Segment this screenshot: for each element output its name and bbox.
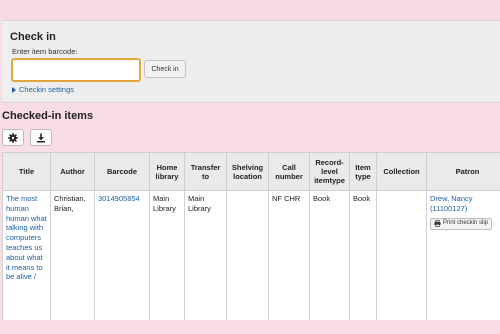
table-settings-button[interactable]: [2, 129, 24, 146]
barcode-label: Enter item barcode:: [12, 47, 78, 56]
column-header-patron[interactable]: Patron: [426, 152, 500, 191]
home-library-cell: Main Library: [149, 190, 185, 320]
column-header-transfer-to[interactable]: Transfer to: [184, 152, 227, 191]
shelving-location-cell: [226, 190, 269, 320]
checkin-button[interactable]: Check in: [144, 60, 186, 78]
record-itemtype-cell: Book: [309, 190, 350, 320]
checked-in-items-title: Checked-in items: [2, 110, 94, 122]
gear-icon: [8, 132, 18, 143]
print-checkin-slip-button[interactable]: Print checkin slip: [430, 217, 493, 230]
column-header-barcode[interactable]: Barcode: [94, 152, 150, 191]
checkin-settings-label: Checkin settings: [19, 85, 75, 94]
print-slip-label: Print checkin slip: [443, 219, 489, 226]
column-header-author[interactable]: Author: [50, 152, 95, 191]
column-header-collection[interactable]: Collection: [376, 152, 427, 191]
caret-right-icon: [12, 86, 16, 93]
item-type-cell: Book: [349, 190, 377, 320]
call-number-cell: NF CHR: [268, 190, 310, 320]
checked-in-table-container: Title Author Barcode Home library Transf…: [2, 152, 500, 320]
column-header-record-itemtype[interactable]: Record-level itemtype: [309, 152, 350, 191]
page-top-strip: [0, 0, 500, 20]
printer-icon: [434, 220, 441, 228]
checkin-panel: Check in Enter item barcode: Check in Ch…: [2, 20, 500, 103]
title-link[interactable]: The most human human what talking with c…: [2, 190, 51, 320]
checkin-title: Check in: [10, 31, 56, 43]
barcode-link[interactable]: 3014905854: [94, 190, 150, 320]
author-cell: Christian, Brian,: [50, 190, 95, 320]
column-header-item-type[interactable]: Item type: [349, 152, 377, 191]
column-header-shelving-location[interactable]: Shelving location: [226, 152, 269, 191]
download-icon: [37, 133, 45, 142]
checked-in-table: Title Author Barcode Home library Transf…: [2, 152, 500, 320]
checkin-settings-link[interactable]: Checkin settings: [12, 85, 74, 94]
transfer-to-cell: Main Library: [184, 190, 227, 320]
patron-name-link[interactable]: Drew, Nancy: [430, 194, 500, 204]
column-header-title[interactable]: Title: [2, 152, 51, 191]
table-row: The most human human what talking with c…: [2, 190, 500, 320]
page-bottom-strip: [0, 320, 500, 334]
collection-cell: [376, 190, 427, 320]
column-header-home-library[interactable]: Home library: [149, 152, 185, 191]
patron-card-link[interactable]: (11100127): [430, 204, 500, 214]
export-button[interactable]: [30, 129, 52, 146]
column-header-call-number[interactable]: Call number: [268, 152, 310, 191]
barcode-input[interactable]: [11, 58, 141, 82]
table-header-row: Title Author Barcode Home library Transf…: [2, 152, 500, 191]
patron-cell: Drew, Nancy (11100127) Print checkin sli…: [426, 190, 500, 320]
